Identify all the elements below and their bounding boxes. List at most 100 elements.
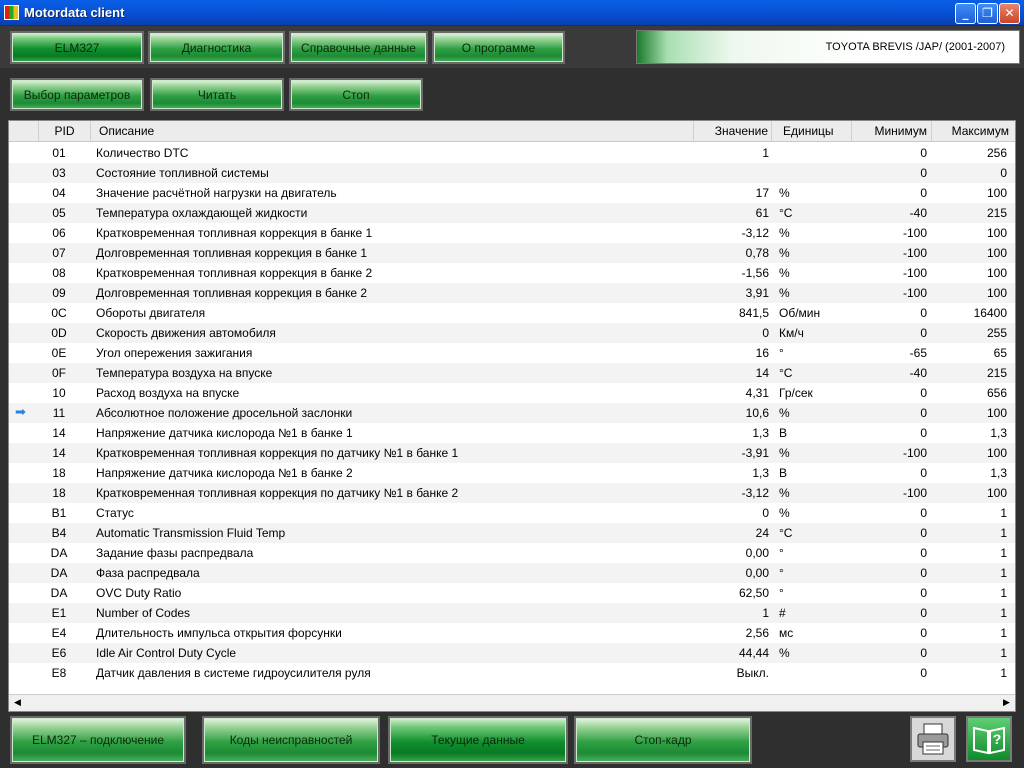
table-row[interactable]: E8 Датчик давления в системе гидроусилите… <box>9 663 1015 683</box>
cell-min: 0 <box>920 406 927 420</box>
cell-pid: 14 <box>52 446 66 460</box>
table-row[interactable]: 08 Кратковременная топливная коррекция в … <box>9 263 1015 283</box>
cell-description: Температура охлаждающей жидкости <box>96 206 308 220</box>
table-row[interactable]: 10 Расход воздуха на впуске 4,31 Гр/сек 0 656 <box>9 383 1015 403</box>
cell-pid: 05 <box>52 206 66 220</box>
table-row[interactable]: 0C Обороты двигателя 841,5 Об/мин 0 16400 <box>9 303 1015 323</box>
close-button[interactable]: ✕ <box>999 3 1020 24</box>
cell-units: ° <box>779 546 784 560</box>
table-row[interactable]: 07 Долговременная топливная коррекция в б… <box>9 243 1015 263</box>
menu-reference-button[interactable]: Справочные данные <box>289 31 428 64</box>
cell-description: Долговременная топливная коррекция в бан… <box>96 246 368 260</box>
select-params-button[interactable]: Выбор параметров <box>10 78 144 111</box>
table-row[interactable]: DA OVC Duty Ratio 62,50 ° 0 1 <box>9 583 1015 603</box>
table-row[interactable]: 18 Напряжение датчика кислорода №1 в банк… <box>9 463 1015 483</box>
table-row[interactable]: DA Фаза распредвала 0,00 ° 0 1 <box>9 563 1015 583</box>
stop-button[interactable]: Стоп <box>289 78 423 111</box>
cell-description: Обороты двигателя <box>96 306 206 320</box>
title-bar: Motordata client _ ❐ ✕ <box>0 0 1024 26</box>
cell-value: -3,12 <box>741 226 769 240</box>
table-row[interactable]: 0D Скорость движения автомобиля 0 Км/ч 0 255 <box>9 323 1015 343</box>
table-row[interactable]: B1 Статус 0% 0 1 <box>9 503 1015 523</box>
header-min[interactable]: Минимум <box>852 121 932 142</box>
fault-codes-button[interactable]: Коды неисправностей <box>202 716 380 764</box>
horizontal-scrollbar[interactable]: ◀ ▶ <box>9 694 1015 711</box>
table-row[interactable]: DA Задание фазы распредвала 0,00 ° 0 1 <box>9 543 1015 563</box>
cell-pid: E6 <box>51 646 67 660</box>
cell-value: 4,31 <box>745 386 769 400</box>
current-data-button[interactable]: Текущие данные <box>388 716 568 764</box>
cell-pid: 0D <box>51 326 67 340</box>
connect-button[interactable]: ELM327 – подключение <box>10 716 186 764</box>
cell-min: -40 <box>909 206 927 220</box>
header-units[interactable]: Единицы <box>772 121 852 142</box>
cell-value: 10,6 <box>745 406 769 420</box>
table-row[interactable]: 14 Напряжение датчика кислорода №1 в банк… <box>9 423 1015 443</box>
cell-units: ° <box>779 346 784 360</box>
maximize-button[interactable]: ❐ <box>977 3 998 24</box>
cell-max: 1 <box>1000 506 1007 520</box>
menu-elm327-button[interactable]: ELM327 <box>10 31 144 64</box>
scroll-right-icon[interactable]: ▶ <box>998 695 1015 711</box>
menu-about-button[interactable]: О программе <box>432 31 565 64</box>
help-button[interactable]: ? <box>966 716 1012 762</box>
cell-description: Статус <box>96 506 134 520</box>
cell-max: 100 <box>986 446 1007 460</box>
cell-pid: 03 <box>52 166 66 180</box>
cell-max: 1 <box>1000 566 1007 580</box>
cell-description: Кратковременная топливная коррекция в ба… <box>96 266 373 280</box>
header-description[interactable]: Описание <box>91 121 694 142</box>
minimize-button[interactable]: _ <box>955 3 976 24</box>
cell-description: OVC Duty Ratio <box>96 586 182 600</box>
cell-units: % <box>779 406 790 420</box>
table-row[interactable]: 04 Значение расчётной нагрузки на двигате… <box>9 183 1015 203</box>
cell-description: Кратковременная топливная коррекция по д… <box>96 486 459 500</box>
cell-value: 1 <box>762 606 769 620</box>
table-row[interactable]: 0E Угол опережения зажигания 16 ° -65 65 <box>9 343 1015 363</box>
cell-min: 0 <box>920 546 927 560</box>
print-button[interactable] <box>910 716 956 762</box>
cell-value: -3,12 <box>741 486 769 500</box>
cell-max: 1,3 <box>990 426 1007 440</box>
table-row[interactable]: ➡ 11 Абсолютное положение дросельной засло… <box>9 403 1015 423</box>
header-pid[interactable]: PID <box>39 121 91 142</box>
menu-diagnostics-button[interactable]: Диагностика <box>148 31 285 64</box>
cell-value: Выкл. <box>736 666 769 680</box>
table-row[interactable]: 05 Температура охлаждающей жидкости 61 °C -4… <box>9 203 1015 223</box>
table-row[interactable]: 0F Температура воздуха на впуске 14 °C -40 21… <box>9 363 1015 383</box>
cell-min: 0 <box>920 426 927 440</box>
cell-max: 100 <box>986 246 1007 260</box>
read-button[interactable]: Читать <box>150 78 284 111</box>
cell-min: -100 <box>902 446 927 460</box>
cell-value: 841,5 <box>738 306 769 320</box>
table-row[interactable]: E6 Idle Air Control Duty Cycle 44,44% 0 1 <box>9 643 1015 663</box>
table-row[interactable]: 01 Количество DTC 1 0 256 <box>9 143 1015 163</box>
cell-units <box>779 163 859 183</box>
table-row[interactable]: 03 Состояние топливной системы 0 0 <box>9 163 1015 183</box>
cell-value: 0,00 <box>745 566 769 580</box>
header-value[interactable]: Значение <box>694 121 772 142</box>
cell-max: 255 <box>986 326 1007 340</box>
table-row[interactable]: 09 Долговременная топливная коррекция в б… <box>9 283 1015 303</box>
scroll-left-icon[interactable]: ◀ <box>9 695 26 711</box>
cell-description: Напряжение датчика кислорода №1 в банке … <box>96 466 353 480</box>
table-row[interactable]: 14 Кратковременная топливная коррекция по… <box>9 443 1015 463</box>
table-row[interactable]: B4 Automatic Transmission Fluid Temp 24 °C 0… <box>9 523 1015 543</box>
table-row[interactable]: 06 Кратковременная топливная коррекция в … <box>9 223 1015 243</box>
table-row[interactable]: E4 Длительность импульса открытия форсунк… <box>9 623 1015 643</box>
cell-units: % <box>779 186 790 200</box>
cell-min: -100 <box>902 266 927 280</box>
cell-min: -65 <box>909 346 927 360</box>
cell-pid: 0C <box>51 306 67 320</box>
cell-description: Задание фазы распредвала <box>96 546 254 560</box>
cell-pid: 14 <box>52 426 66 440</box>
table-row[interactable]: E1 Number of Codes 1 #0 1 <box>9 603 1015 623</box>
header-max[interactable]: Максимум <box>932 121 1015 142</box>
cell-pid: 06 <box>52 226 66 240</box>
cell-pid: E1 <box>51 606 67 620</box>
cell-max: 256 <box>986 146 1007 160</box>
app-icon <box>4 5 19 20</box>
table-row[interactable]: 18 Кратковременная топливная коррекция по… <box>9 483 1015 503</box>
cell-description: Значение расчётной нагрузки на двигатель <box>96 186 337 200</box>
freeze-frame-button[interactable]: Стоп-кадр <box>574 716 752 764</box>
